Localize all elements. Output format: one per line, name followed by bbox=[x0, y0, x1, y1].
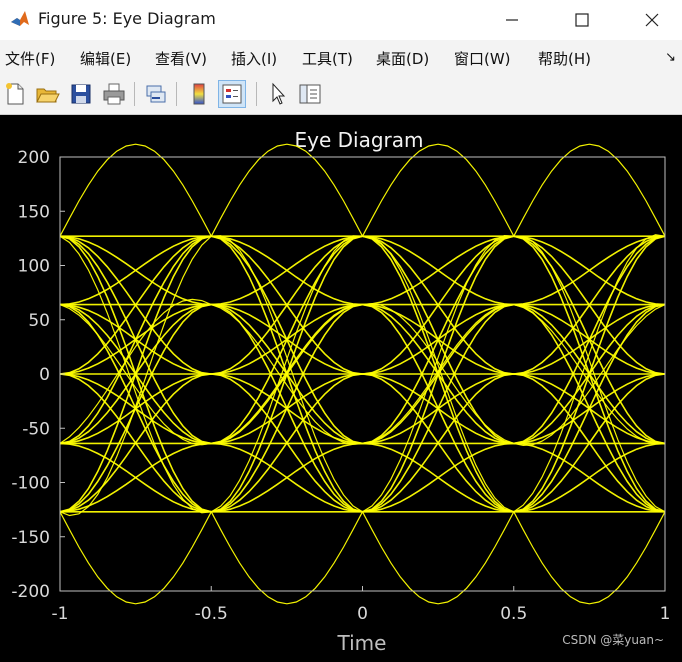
y-tick-label: -200 bbox=[11, 582, 50, 602]
matlab-logo-icon bbox=[11, 11, 29, 26]
eye-trace bbox=[513, 442, 666, 513]
link-icon bbox=[146, 85, 166, 103]
figure-canvas: Eye Diagram 200 150 100 50 0 -50 -100 -150 -200 … bbox=[0, 115, 682, 658]
eye-trace bbox=[513, 235, 666, 445]
menu-bar: 文件(F) 编辑(E) 查看(V) 插入(I) 工具(T) 桌面(D) 窗口(W… bbox=[0, 40, 682, 76]
y-tick-label: -50 bbox=[22, 419, 50, 439]
menu-edit[interactable]: 编辑(E) bbox=[80, 48, 131, 69]
new-figure-icon bbox=[6, 83, 24, 105]
y-tick-label: 150 bbox=[18, 202, 50, 222]
eye-traces bbox=[59, 143, 666, 605]
eye-trace bbox=[211, 235, 363, 445]
colorbar-button[interactable] bbox=[186, 81, 212, 107]
toolbar-separator bbox=[256, 82, 257, 106]
menu-help[interactable]: 帮助(H) bbox=[538, 48, 591, 69]
menu-window[interactable]: 窗口(W) bbox=[454, 48, 511, 69]
pointer-icon bbox=[272, 82, 286, 105]
link-plot-button[interactable] bbox=[143, 81, 169, 107]
eye-trace bbox=[361, 511, 515, 605]
y-tick-labels: 200 150 100 50 0 -50 -100 -150 -200 bbox=[11, 148, 65, 602]
eye-trace bbox=[513, 143, 666, 237]
y-tick-label: 100 bbox=[18, 257, 50, 277]
window-title-bar[interactable]: Figure 5: Eye Diagram bbox=[0, 0, 682, 40]
eye-trace bbox=[362, 235, 514, 445]
eye-trace bbox=[59, 298, 212, 444]
figure-toolbar bbox=[0, 76, 682, 115]
y-tick-label: 200 bbox=[18, 148, 50, 168]
legend-icon bbox=[222, 84, 242, 104]
eye-trace bbox=[210, 511, 364, 605]
chart-title: Eye Diagram bbox=[294, 128, 423, 152]
new-figure-button[interactable] bbox=[2, 81, 28, 107]
pointer-button[interactable] bbox=[265, 81, 291, 107]
eye-trace bbox=[361, 143, 515, 237]
menu-view[interactable]: 查看(V) bbox=[155, 48, 207, 69]
menu-file[interactable]: 文件(F) bbox=[5, 48, 55, 69]
menu-desktop[interactable]: 桌面(D) bbox=[376, 48, 429, 69]
y-tick-label: 50 bbox=[28, 311, 50, 331]
save-button[interactable] bbox=[68, 81, 94, 107]
legend-button[interactable] bbox=[218, 80, 246, 108]
close-button[interactable] bbox=[624, 0, 680, 40]
close-icon bbox=[645, 13, 659, 27]
eye-trace bbox=[513, 511, 666, 605]
chevron-icon[interactable]: ↘ bbox=[665, 50, 676, 65]
colorbar-icon bbox=[193, 83, 205, 105]
x-tick-label: 1 bbox=[660, 604, 671, 624]
watermark: CSDN @菜yuan~ bbox=[562, 633, 664, 647]
save-icon bbox=[71, 84, 91, 104]
property-inspector-icon bbox=[299, 84, 321, 104]
y-tick-label: -100 bbox=[11, 474, 50, 494]
eye-trace bbox=[59, 143, 212, 237]
eye-trace bbox=[210, 143, 364, 237]
maximize-button[interactable] bbox=[554, 0, 610, 40]
window-title: Figure 5: Eye Diagram bbox=[38, 9, 216, 28]
x-tick-labels: -1 -0.5 0 0.5 1 bbox=[52, 586, 671, 624]
y-tick-label: 0 bbox=[39, 365, 50, 385]
eye-trace bbox=[362, 442, 514, 513]
toolbar-separator bbox=[176, 82, 177, 106]
minimize-button[interactable] bbox=[484, 0, 540, 40]
menu-insert[interactable]: 插入(I) bbox=[231, 48, 277, 69]
print-button[interactable] bbox=[101, 81, 127, 107]
eye-trace bbox=[211, 235, 363, 306]
x-tick-label: 0 bbox=[357, 604, 368, 624]
eye-trace bbox=[59, 511, 212, 605]
eye-trace bbox=[211, 442, 363, 513]
eye-trace bbox=[211, 303, 363, 513]
maximize-icon bbox=[575, 13, 589, 27]
y-tick-label: -150 bbox=[11, 528, 50, 548]
x-tick-label: -0.5 bbox=[195, 604, 228, 624]
property-inspector-button[interactable] bbox=[297, 81, 323, 107]
eye-trace bbox=[362, 235, 514, 306]
print-icon bbox=[103, 83, 125, 105]
x-tick-label: 0.5 bbox=[500, 604, 527, 624]
eye-diagram-plot[interactable]: Eye Diagram 200150100500-50-100-150-200 … bbox=[0, 115, 682, 658]
minimize-icon bbox=[506, 19, 518, 21]
eye-trace bbox=[59, 235, 212, 306]
open-file-icon bbox=[36, 88, 60, 103]
eye-trace bbox=[513, 303, 666, 513]
eye-trace bbox=[59, 442, 212, 513]
open-file-button[interactable] bbox=[34, 81, 60, 107]
x-tick-label: -1 bbox=[52, 604, 69, 624]
eye-trace bbox=[362, 303, 514, 513]
toolbar-separator bbox=[134, 82, 135, 106]
menu-tools[interactable]: 工具(T) bbox=[302, 48, 353, 69]
x-axis-label: Time bbox=[337, 631, 387, 655]
eye-trace bbox=[59, 303, 212, 513]
